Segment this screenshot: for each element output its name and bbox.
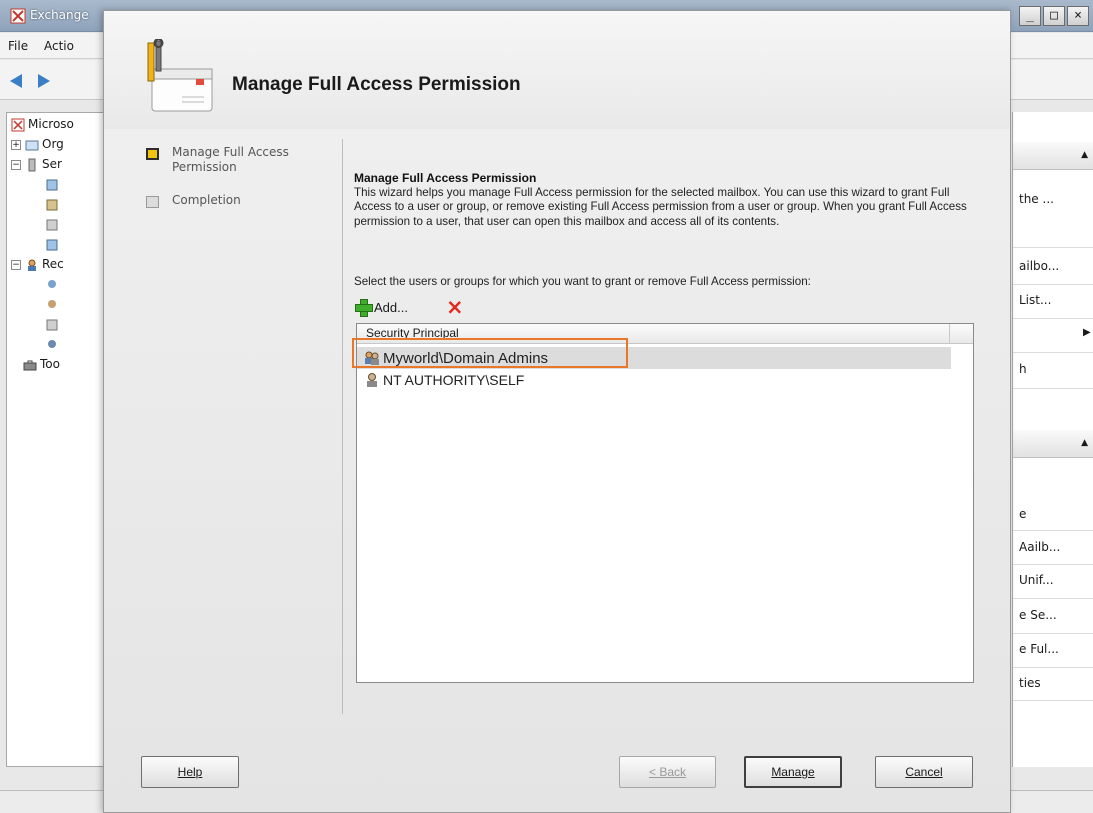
principal-name: NT AUTHORITY\SELF — [383, 372, 525, 388]
description: This wizard helps you manage Full Access… — [354, 186, 967, 228]
minimize-button[interactable]: _ — [1019, 6, 1041, 26]
node-icon — [46, 199, 58, 210]
group-icon — [48, 299, 56, 308]
tree-child-1[interactable] — [45, 177, 62, 192]
manage-button[interactable]: Manage — [744, 756, 842, 788]
submenu-arrow-icon[interactable]: ▶ — [1083, 327, 1091, 338]
collapse-caret-icon[interactable]: ▲ — [1081, 150, 1088, 160]
mailbox-permission-icon — [147, 39, 213, 112]
action-item[interactable]: Aailb... — [1019, 540, 1060, 554]
selection-highlight-box — [352, 338, 628, 368]
add-label: Add... — [374, 299, 408, 315]
divider — [342, 139, 343, 714]
tree-child-8[interactable] — [45, 337, 62, 352]
add-icon — [354, 298, 373, 317]
actions-section-header[interactable]: ▲ — [1013, 142, 1093, 170]
close-button[interactable]: × — [1067, 6, 1089, 26]
list-item-nt-authority-self[interactable]: NT AUTHORITY\SELF — [357, 369, 951, 391]
collapse-icon[interactable]: − — [11, 159, 21, 170]
contact-icon — [46, 319, 58, 330]
step-label: Completion — [172, 193, 241, 207]
tree-child-5[interactable] — [45, 277, 62, 292]
wizard-steps: Manage Full Access Permission Completion — [104, 129, 342, 729]
organization-icon — [25, 140, 39, 150]
back-button[interactable]: < Back — [619, 756, 716, 788]
action-item[interactable]: Unif... — [1019, 573, 1054, 587]
content-title: Manage Full Access Permission — [354, 171, 537, 185]
tree-item-root[interactable]: Microso — [11, 117, 74, 132]
tree-label: Too — [40, 357, 60, 371]
tree-label: Ser — [42, 157, 62, 171]
step-manage-full-access[interactable]: Manage Full Access Permission — [146, 145, 322, 175]
back-arrow-icon[interactable] — [10, 74, 22, 88]
wizard-dialog: Manage Full Access Permission Manage Ful… — [103, 10, 1011, 813]
node-icon — [46, 179, 58, 190]
exchange-app-icon — [10, 8, 26, 24]
step-label: Manage Full Access Permission — [172, 145, 289, 174]
tree-child-7[interactable] — [45, 317, 62, 332]
exchange-icon — [11, 118, 25, 131]
tree-label: Microso — [28, 117, 74, 131]
user-icon — [367, 373, 377, 387]
action-item[interactable]: e Se... — [1019, 608, 1057, 622]
dialog-title: Manage Full Access Permission — [232, 74, 521, 95]
step-completion[interactable]: Completion — [146, 193, 322, 208]
remove-icon[interactable]: × — [446, 297, 464, 318]
forward-arrow-icon[interactable] — [38, 74, 50, 88]
console-tree: Microso + Org − Ser − Rec Too — [6, 112, 108, 767]
mailbox-icon — [48, 279, 56, 288]
action-item[interactable]: e Ful... — [1019, 642, 1059, 656]
actions-pane: ▲ the ... ailbo... List... ▶ h ▲ e Aailb… — [1012, 112, 1093, 767]
collapse-icon[interactable]: − — [11, 259, 21, 270]
mmc-title: Exchange — [30, 8, 89, 22]
toolbox-icon — [23, 360, 37, 370]
tree-label: Rec — [42, 257, 64, 271]
menu-file[interactable]: File — [8, 39, 28, 53]
action-item[interactable]: h — [1019, 362, 1027, 376]
action-item[interactable]: the ... — [1019, 192, 1054, 206]
maximize-button[interactable]: □ — [1043, 6, 1065, 26]
tree-item-toolbox[interactable]: Too — [23, 357, 60, 372]
tree-child-3[interactable] — [45, 217, 62, 232]
current-step-icon — [146, 148, 159, 160]
pending-step-icon — [146, 196, 159, 208]
menu-action[interactable]: Actio — [44, 39, 74, 53]
tree-item-organization[interactable]: + Org — [11, 137, 64, 152]
node-icon — [46, 219, 58, 230]
cancel-button[interactable]: Cancel — [875, 756, 973, 788]
recipients-icon — [28, 259, 36, 271]
tree-label: Org — [42, 137, 64, 151]
action-item[interactable]: List... — [1019, 293, 1051, 307]
tree-child-2[interactable] — [45, 197, 62, 212]
dialog-header: Manage Full Access Permission — [104, 11, 1010, 129]
action-item[interactable]: e — [1019, 507, 1026, 521]
server-icon — [28, 158, 36, 171]
node-icon — [46, 239, 58, 250]
collapse-caret-icon[interactable]: ▲ — [1081, 438, 1088, 448]
tree-child-6[interactable] — [45, 297, 62, 312]
security-principal-list[interactable]: Security Principal Myworld\Domain Admins… — [356, 323, 974, 683]
disconnected-mailbox-icon — [48, 339, 56, 348]
select-instructions: Select the users or groups for which you… — [354, 275, 811, 288]
add-button[interactable]: Add... — [354, 297, 408, 317]
actions-section-header[interactable]: ▲ — [1013, 430, 1093, 458]
help-button[interactable]: Help — [141, 756, 239, 788]
tree-child-4[interactable] — [45, 237, 62, 252]
expand-icon[interactable]: + — [11, 139, 21, 150]
wizard-content: Manage Full Access Permission This wizar… — [354, 171, 994, 683]
action-item[interactable]: ailbo... — [1019, 259, 1059, 273]
action-item[interactable]: ties — [1019, 676, 1041, 690]
tree-item-server[interactable]: − Ser — [11, 157, 62, 172]
tree-item-recipients[interactable]: − Rec — [11, 257, 64, 272]
